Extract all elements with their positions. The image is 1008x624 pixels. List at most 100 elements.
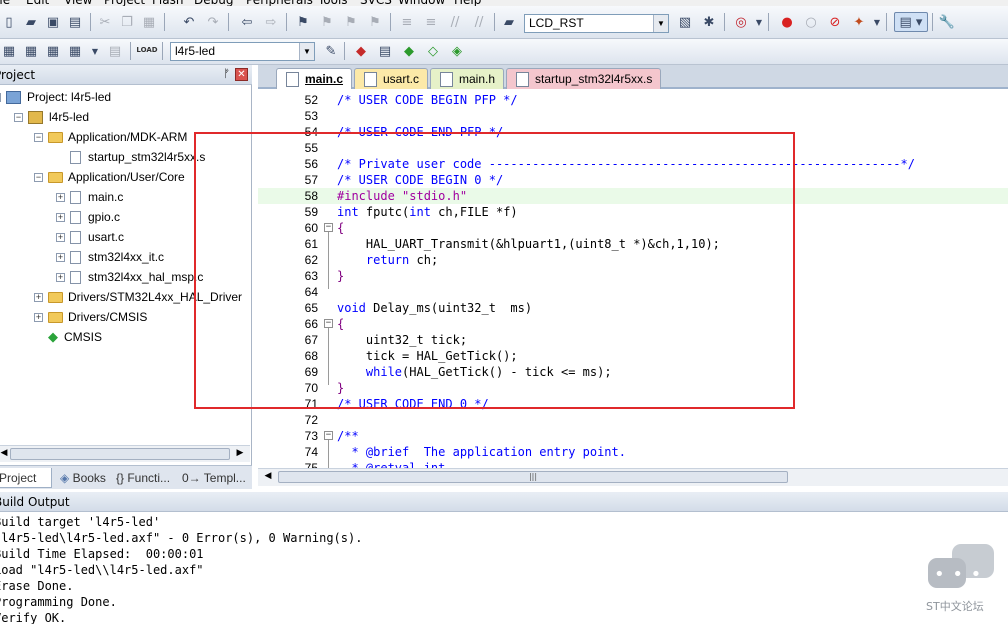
save-all-icon[interactable]: ▤ [66, 13, 84, 31]
chevron-down-icon[interactable]: ▼ [86, 42, 104, 60]
configure-tools-icon[interactable]: 🔧 [938, 13, 956, 31]
window-layout-icon[interactable]: ▤ ▾ [894, 12, 928, 32]
expand-icon[interactable]: + [56, 232, 65, 242]
code-line[interactable]: 71 /* USER CODE END 0 */ [258, 396, 1008, 412]
nav-forward-icon[interactable]: ⇨ [262, 13, 280, 31]
indent-icon[interactable]: ≡ [398, 13, 416, 31]
code-line[interactable]: 58 #include "stdio.h" [258, 188, 1008, 204]
code-line[interactable]: 63} [258, 268, 1008, 284]
code-line[interactable]: 68 tick = HAL_GetTick(); [258, 348, 1008, 364]
collapse-icon[interactable]: − [14, 112, 23, 122]
debug-search-icon[interactable]: ◎ [732, 13, 750, 31]
tree-item[interactable]: − Project: l4r5-led [0, 87, 111, 107]
nav-back-icon[interactable]: ⇦ [238, 13, 256, 31]
code-line[interactable]: 73−/** [258, 428, 1008, 444]
scroll-right-icon[interactable]: ▶ [234, 448, 246, 460]
tree-item[interactable]: + Drivers/STM32L4xx_HAL_Driver [34, 287, 242, 307]
rebuild-icon[interactable]: ▦ [44, 42, 62, 60]
batch-build-icon[interactable]: ▦ [66, 42, 84, 60]
save-icon[interactable]: ▣ [44, 13, 62, 31]
tree-item[interactable]: + stm32l4xx_it.c [56, 247, 164, 267]
editor-tab[interactable]: main.h [430, 68, 505, 89]
build-output-pane[interactable]: Build target 'l4r5-led' "l4r5-led\l4r5-le… [0, 512, 1008, 624]
tree-item[interactable]: + main.c [56, 187, 123, 207]
bookmark-icon[interactable]: ⚑ [294, 13, 312, 31]
collapse-icon[interactable]: − [34, 132, 43, 142]
scroll-left-icon[interactable]: ◀ [262, 471, 274, 483]
scroll-thumb[interactable]: ||| [278, 471, 788, 483]
editor-tab[interactable]: startup_stm32l4r5xx.s [506, 68, 662, 89]
copy-icon[interactable]: ❐ [118, 13, 136, 31]
code-line[interactable]: 70} [258, 380, 1008, 396]
manage-rte-icon[interactable]: ◈ [448, 42, 466, 60]
prev-bookmark-icon[interactable]: ⚑ [318, 13, 336, 31]
code-line[interactable]: 59 int fputc(int ch,FILE *f) [258, 204, 1008, 220]
chevron-down-icon[interactable]: ▼ [653, 15, 668, 32]
code-line[interactable]: 67 uint32_t tick; [258, 332, 1008, 348]
tree-item[interactable]: + gpio.c [56, 207, 120, 227]
code-line[interactable]: 52 /* USER CODE BEGIN PFP */ [258, 92, 1008, 108]
target-options-icon[interactable]: ✎ [322, 42, 340, 60]
code-line[interactable]: 74 * @brief The application entry point. [258, 444, 1008, 460]
unindent-icon[interactable]: ≡ [422, 13, 440, 31]
expand-icon[interactable]: + [56, 212, 65, 222]
code-editor[interactable]: 52 /* USER CODE BEGIN PFP */ 53 54 /* USER C… [258, 89, 1008, 468]
undo-icon[interactable]: ↶ [180, 13, 198, 31]
editor-tab[interactable]: main.c [276, 68, 353, 89]
redo-icon[interactable]: ↷ [204, 13, 222, 31]
target-combo[interactable]: l4r5-led ▼ [170, 42, 315, 61]
file-extensions-icon[interactable]: ▤ [376, 42, 394, 60]
tree-item[interactable]: ◆ CMSIS [34, 327, 102, 347]
code-line[interactable]: 75 * @retval int [258, 460, 1008, 468]
select-packs-icon[interactable]: ◇ [424, 42, 442, 60]
translate-icon[interactable]: ▦ [0, 42, 18, 60]
load-download-icon[interactable]: LOAD [136, 41, 157, 59]
comment-icon[interactable]: // [446, 13, 464, 31]
tab-templates[interactable]: 0→ Templ... [178, 468, 250, 488]
manage-project-items-icon[interactable]: ◆ [352, 42, 370, 60]
tree-item[interactable]: + Drivers/CMSIS [34, 307, 147, 327]
code-line[interactable]: 60−{ [258, 220, 1008, 236]
code-line[interactable]: 61 HAL_UART_Transmit(&hlpuart1,(uint8_t … [258, 236, 1008, 252]
tab-books[interactable]: ◈ Books [56, 468, 110, 488]
incremental-find-icon[interactable]: ✱ [700, 13, 718, 31]
cut-icon[interactable]: ✂ [96, 13, 114, 31]
project-hscrollbar[interactable]: ◀ ▶ [0, 445, 250, 462]
tab-project[interactable]: Project [0, 468, 52, 488]
code-line[interactable]: 69 while(HAL_GetTick() - tick <= ms); [258, 364, 1008, 380]
clear-bookmarks-icon[interactable]: ⚑ [366, 13, 384, 31]
fold-collapse-icon[interactable]: − [324, 431, 333, 440]
kill-breakpoints-icon[interactable]: ✦ [850, 13, 868, 31]
scroll-left-icon[interactable]: ◀ [0, 448, 10, 460]
scroll-thumb[interactable] [10, 448, 230, 460]
next-bookmark-icon[interactable]: ⚑ [342, 13, 360, 31]
chevron-down-icon[interactable]: ▼ [868, 13, 886, 31]
code-line[interactable]: 72 [258, 412, 1008, 428]
collapse-icon[interactable]: − [0, 92, 1, 102]
close-icon[interactable]: ✕ [235, 68, 248, 81]
tree-item[interactable]: − l4r5-led [14, 107, 89, 127]
collapse-icon[interactable]: − [34, 172, 43, 182]
expand-icon[interactable]: + [56, 192, 65, 202]
code-line[interactable]: 66−{ [258, 316, 1008, 332]
code-line[interactable]: 64 [258, 284, 1008, 300]
code-line[interactable]: 55 [258, 140, 1008, 156]
fold-collapse-icon[interactable]: − [324, 223, 333, 232]
tree-item[interactable]: startup_stm32l4r5xx.s [56, 147, 205, 167]
editor-scroll-track[interactable]: ◀ ||| [258, 469, 1008, 486]
open-folder-icon[interactable]: ▰ [22, 13, 40, 31]
find-in-files-icon[interactable]: ▰ [500, 13, 518, 31]
fold-collapse-icon[interactable]: − [324, 319, 333, 328]
build-icon[interactable]: ▦ [22, 42, 40, 60]
stop-build-icon[interactable]: ▤ [106, 42, 124, 60]
expand-icon[interactable]: + [34, 312, 43, 322]
tab-functions[interactable]: {} Functi... [112, 468, 174, 488]
chevron-down-icon[interactable]: ▼ [299, 43, 314, 60]
code-line[interactable]: 57 /* USER CODE BEGIN 0 */ [258, 172, 1008, 188]
disable-breakpoint-icon[interactable]: ○ [802, 13, 820, 31]
find-icon[interactable]: ▧ [676, 13, 694, 31]
expand-icon[interactable]: + [56, 252, 65, 262]
paste-icon[interactable]: ▦ [140, 13, 158, 31]
code-line[interactable]: 65 void Delay_ms(uint32_t ms) [258, 300, 1008, 316]
expand-icon[interactable]: + [34, 292, 43, 302]
